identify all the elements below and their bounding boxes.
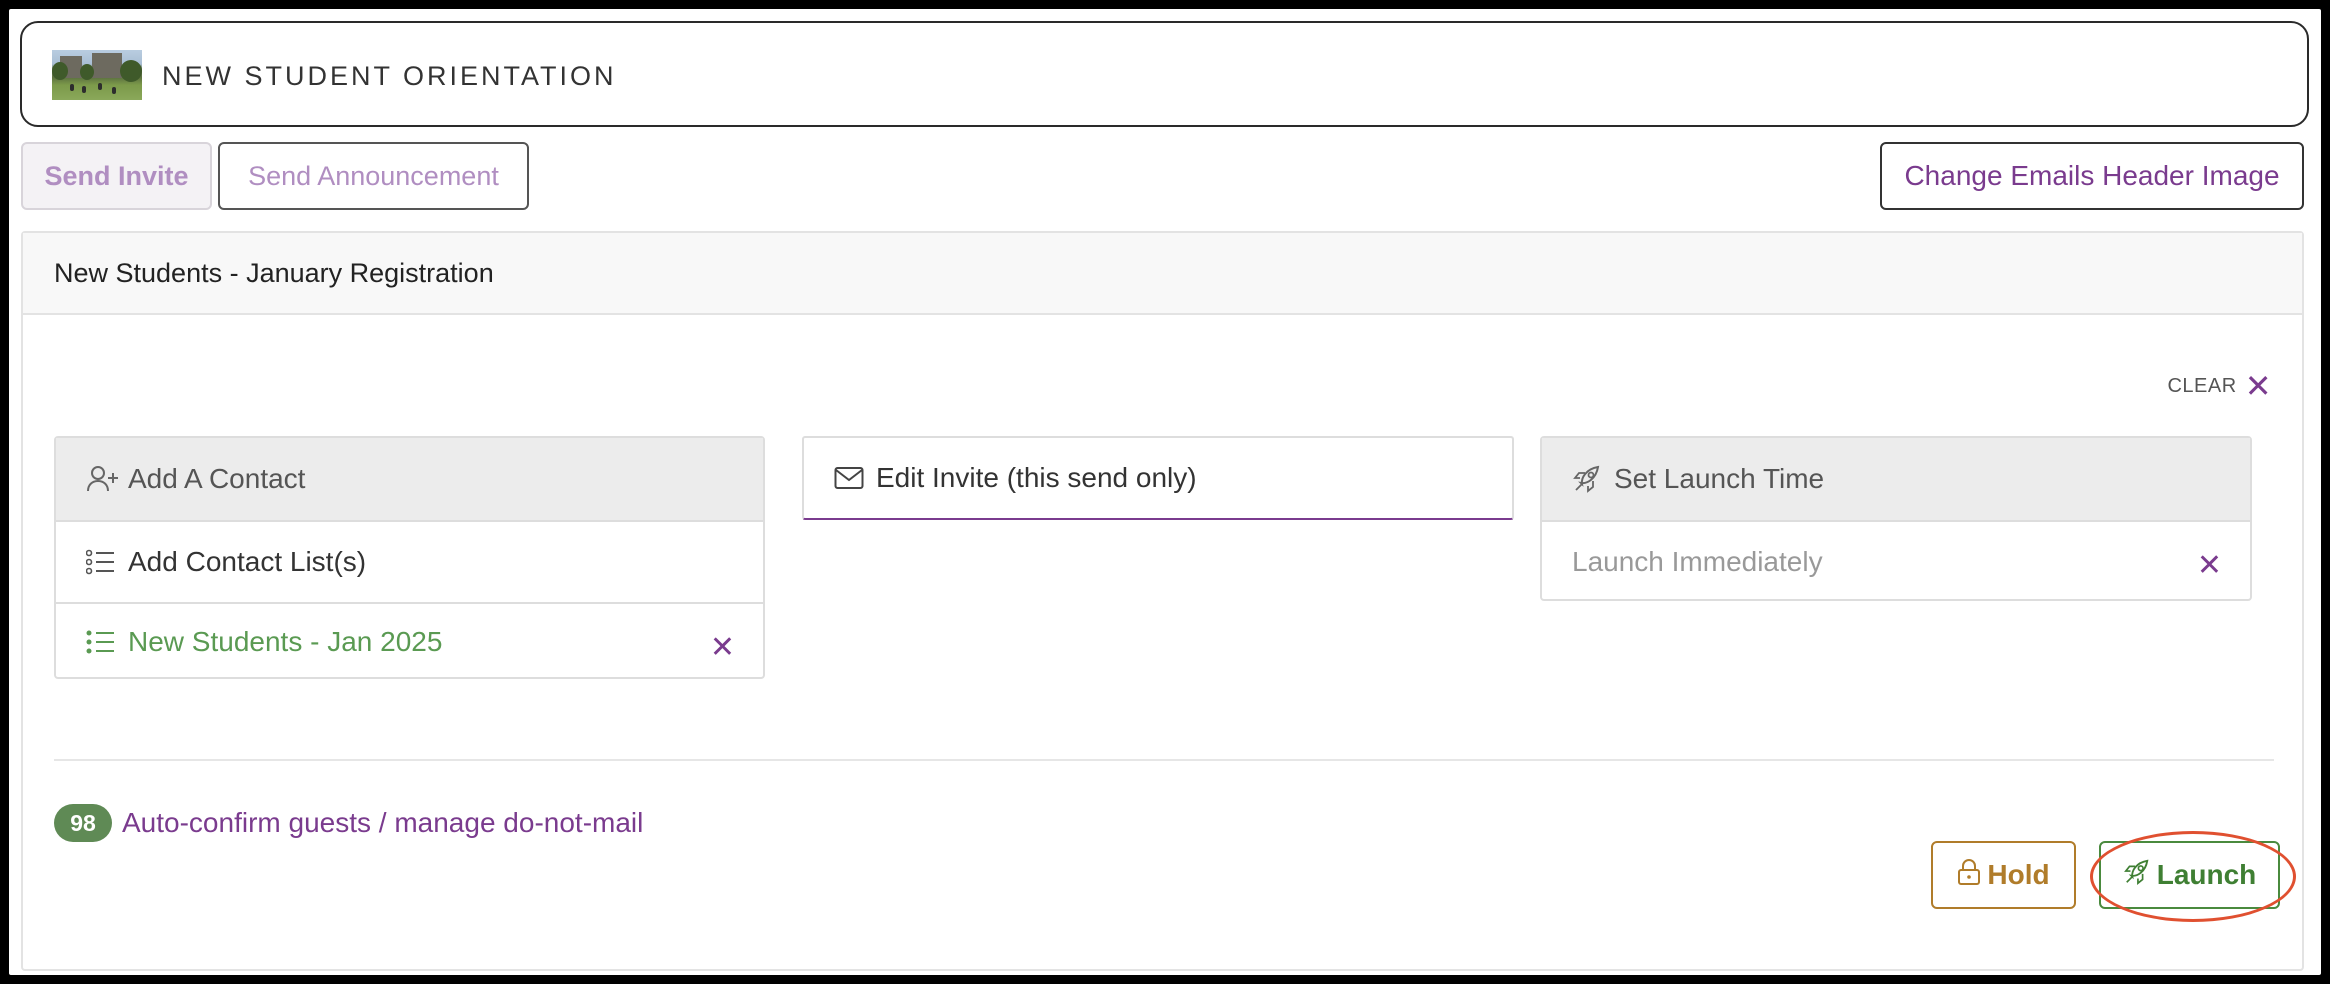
event-header: NEW STUDENT ORIENTATION xyxy=(20,21,2309,127)
user-plus-icon xyxy=(86,464,120,494)
clear-label: CLEAR xyxy=(2167,374,2237,397)
list-item: New Students - Jan 2025 ✕ xyxy=(56,602,763,679)
guest-count-badge: 98 xyxy=(54,804,112,842)
edit-invite-button[interactable]: Edit Invite (this send only) xyxy=(802,436,1514,520)
hold-button[interactable]: Hold xyxy=(1931,841,2076,909)
lock-icon xyxy=(1957,858,1981,893)
send-invite-button[interactable]: Send Invite xyxy=(21,142,212,210)
set-launch-time-label: Set Launch Time xyxy=(1614,463,1825,494)
send-panel: New Students - January Registration CLEA… xyxy=(21,231,2304,971)
add-contact-list-button[interactable]: Add Contact List(s) xyxy=(56,520,763,602)
contact-list-name: New Students - Jan 2025 xyxy=(128,625,443,657)
remove-list-icon[interactable]: ✕ xyxy=(710,630,735,665)
change-header-image-button[interactable]: Change Emails Header Image xyxy=(1880,142,2304,210)
add-contact-list-label: Add Contact List(s) xyxy=(128,546,367,577)
event-thumbnail xyxy=(52,50,142,100)
launch-label: Launch xyxy=(2156,859,2257,890)
event-title: NEW STUDENT ORIENTATION xyxy=(162,61,617,91)
contacts-card: Add A Contact Add Contact List(s) New St… xyxy=(54,436,765,679)
add-contact-button[interactable]: Add A Contact xyxy=(56,438,763,520)
list-icon xyxy=(86,627,120,657)
auto-confirm-link[interactable]: Auto-confirm guests / manage do-not-mail xyxy=(122,807,643,839)
rocket-icon xyxy=(2123,858,2151,893)
launch-time-card: Set Launch Time Launch Immediately ✕ xyxy=(1540,436,2252,601)
divider xyxy=(54,759,2274,761)
send-announcement-button[interactable]: Send Announcement xyxy=(218,142,529,210)
clear-button[interactable]: CLEAR ✕ xyxy=(2167,370,2272,402)
launch-time-value: Launch Immediately xyxy=(1572,546,1823,577)
close-icon: ✕ xyxy=(2244,368,2272,404)
set-launch-time-button[interactable]: Set Launch Time xyxy=(1542,438,2250,520)
launch-button[interactable]: Launch xyxy=(2099,841,2280,909)
edit-invite-label: Edit Invite (this send only) xyxy=(876,462,1197,493)
list-icon xyxy=(86,547,120,577)
launch-time-value-row: Launch Immediately ✕ xyxy=(1542,520,2250,602)
app-frame: NEW STUDENT ORIENTATION Send Invite Send… xyxy=(9,9,2321,975)
auto-confirm-row: 98 Auto-confirm guests / manage do-not-m… xyxy=(54,804,643,842)
envelope-icon xyxy=(834,463,868,493)
panel-title: New Students - January Registration xyxy=(23,233,2302,315)
rocket-icon xyxy=(1572,464,1606,494)
hold-label: Hold xyxy=(1987,859,2050,890)
clear-launch-time-icon[interactable]: ✕ xyxy=(2197,548,2222,583)
add-contact-label: Add A Contact xyxy=(128,463,306,494)
